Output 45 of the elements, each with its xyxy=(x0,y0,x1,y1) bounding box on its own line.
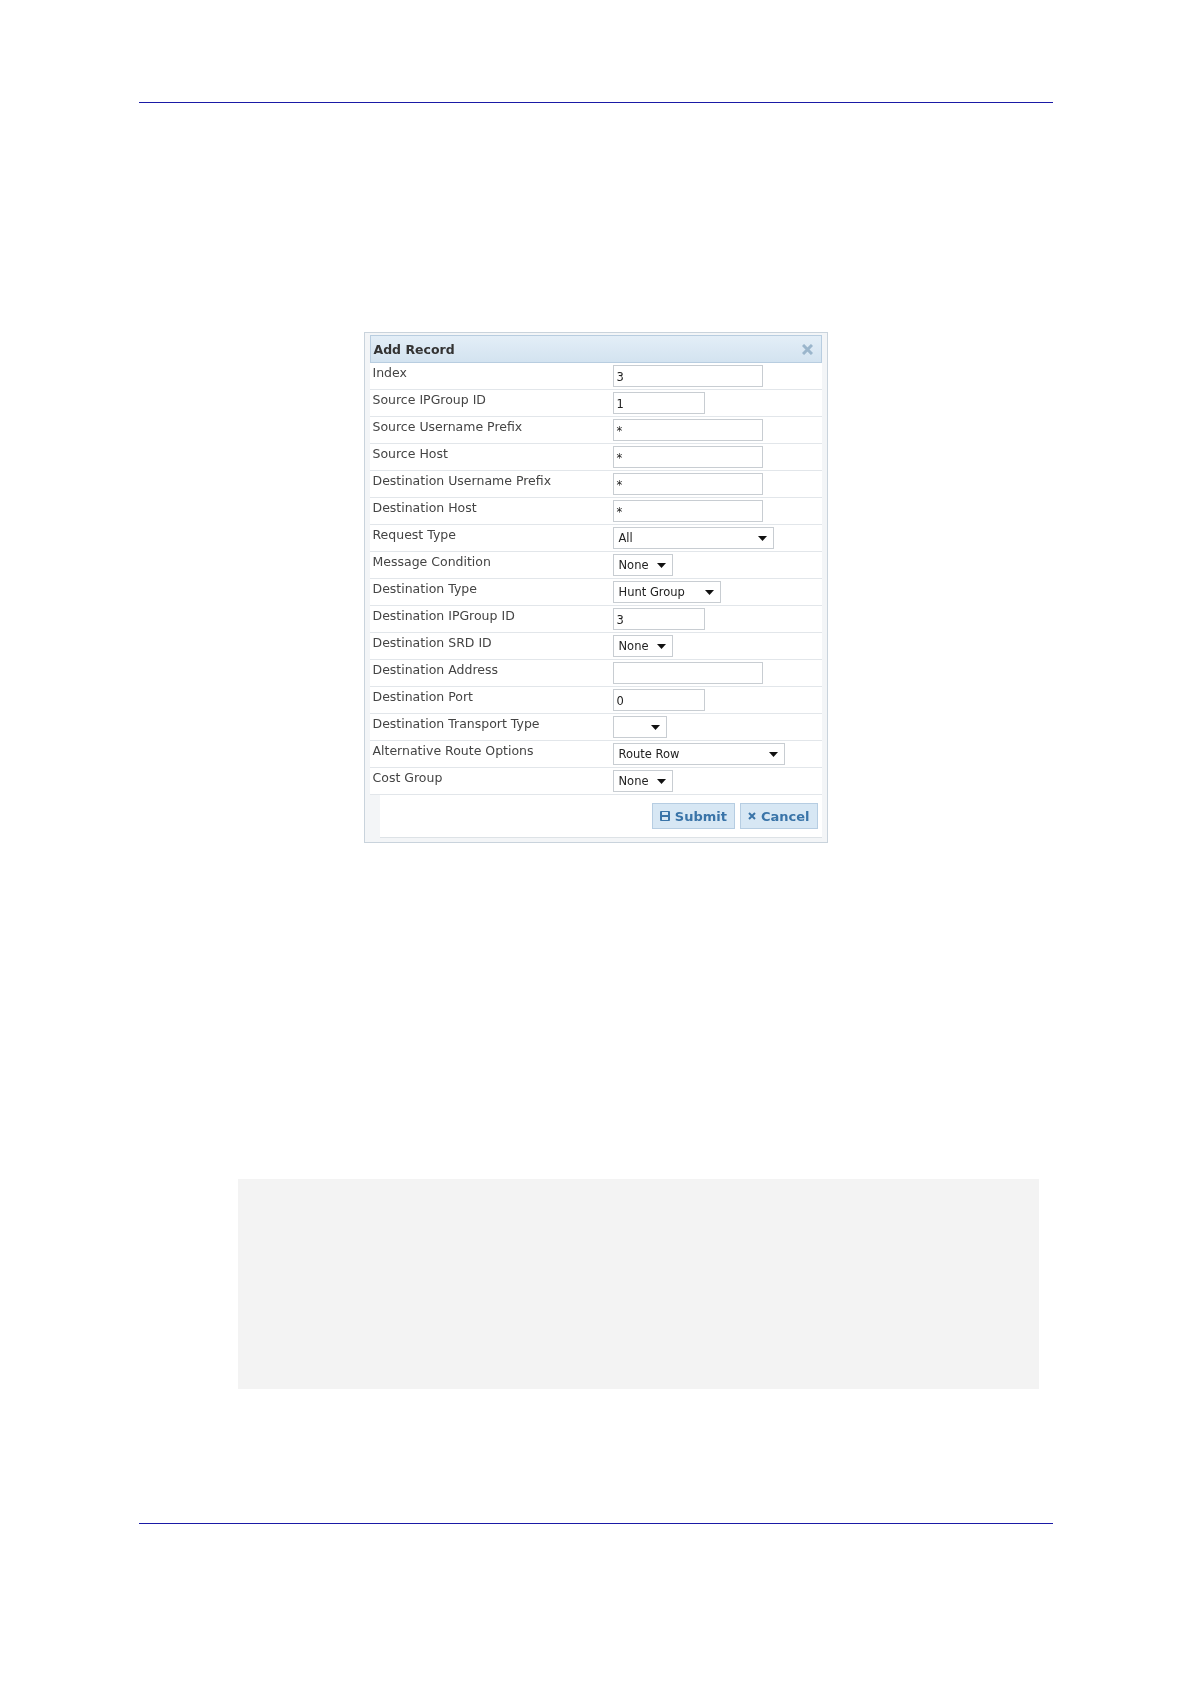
field-label: Destination Transport Type xyxy=(372,715,541,733)
dropdown[interactable]: All xyxy=(612,527,774,549)
input-field[interactable]: 3 xyxy=(612,608,705,630)
save-icon xyxy=(659,811,670,821)
field-label: Cost Group xyxy=(372,769,444,787)
dropdown[interactable]: Hunt Group xyxy=(612,581,721,603)
caret-icon xyxy=(650,724,660,730)
caret-icon xyxy=(704,589,714,595)
field-label: Request Type xyxy=(372,526,457,544)
input-field[interactable] xyxy=(612,662,763,684)
field-label: Alternative Route Options xyxy=(372,742,535,760)
dropdown[interactable]: None xyxy=(612,635,673,657)
field-label: Destination IPGroup ID xyxy=(372,607,516,625)
field-label: Source IPGroup ID xyxy=(372,391,487,409)
dropdown[interactable]: None xyxy=(612,554,673,576)
input-field[interactable]: * xyxy=(612,473,763,495)
close-icon[interactable] xyxy=(801,343,813,355)
dropdown[interactable]: None xyxy=(612,770,673,792)
field-label: Index xyxy=(372,364,408,382)
caret-icon xyxy=(656,562,666,568)
caret-icon xyxy=(656,778,666,784)
field-label: Source Host xyxy=(372,445,449,463)
caret-icon xyxy=(656,643,666,649)
field-label: Destination Port xyxy=(372,688,474,706)
input-field[interactable]: * xyxy=(612,419,763,441)
field-label: Destination Type xyxy=(372,580,478,598)
dropdown[interactable]: Route Row xyxy=(612,743,785,765)
dialog-title: Add Record xyxy=(373,341,455,357)
cancel-button[interactable]: Cancel xyxy=(739,803,818,829)
field-label: Destination Address xyxy=(372,661,499,679)
input-field[interactable]: 1 xyxy=(612,392,705,414)
field-label: Destination Username Prefix xyxy=(372,472,553,490)
input-field[interactable]: 3 xyxy=(612,365,763,387)
field-label: Source Username Prefix xyxy=(372,418,524,436)
caret-icon xyxy=(757,535,767,541)
input-field[interactable]: 0 xyxy=(612,689,705,711)
input-field[interactable]: * xyxy=(612,446,763,468)
caret-icon xyxy=(768,751,778,757)
dropdown[interactable] xyxy=(612,716,667,738)
submit-button[interactable]: Submit xyxy=(651,803,735,829)
field-label: Message Condition xyxy=(372,553,492,571)
close-icon xyxy=(747,812,756,820)
field-label: Destination SRD ID xyxy=(372,634,493,652)
input-field[interactable]: * xyxy=(612,500,763,522)
field-label: Destination Host xyxy=(372,499,478,517)
